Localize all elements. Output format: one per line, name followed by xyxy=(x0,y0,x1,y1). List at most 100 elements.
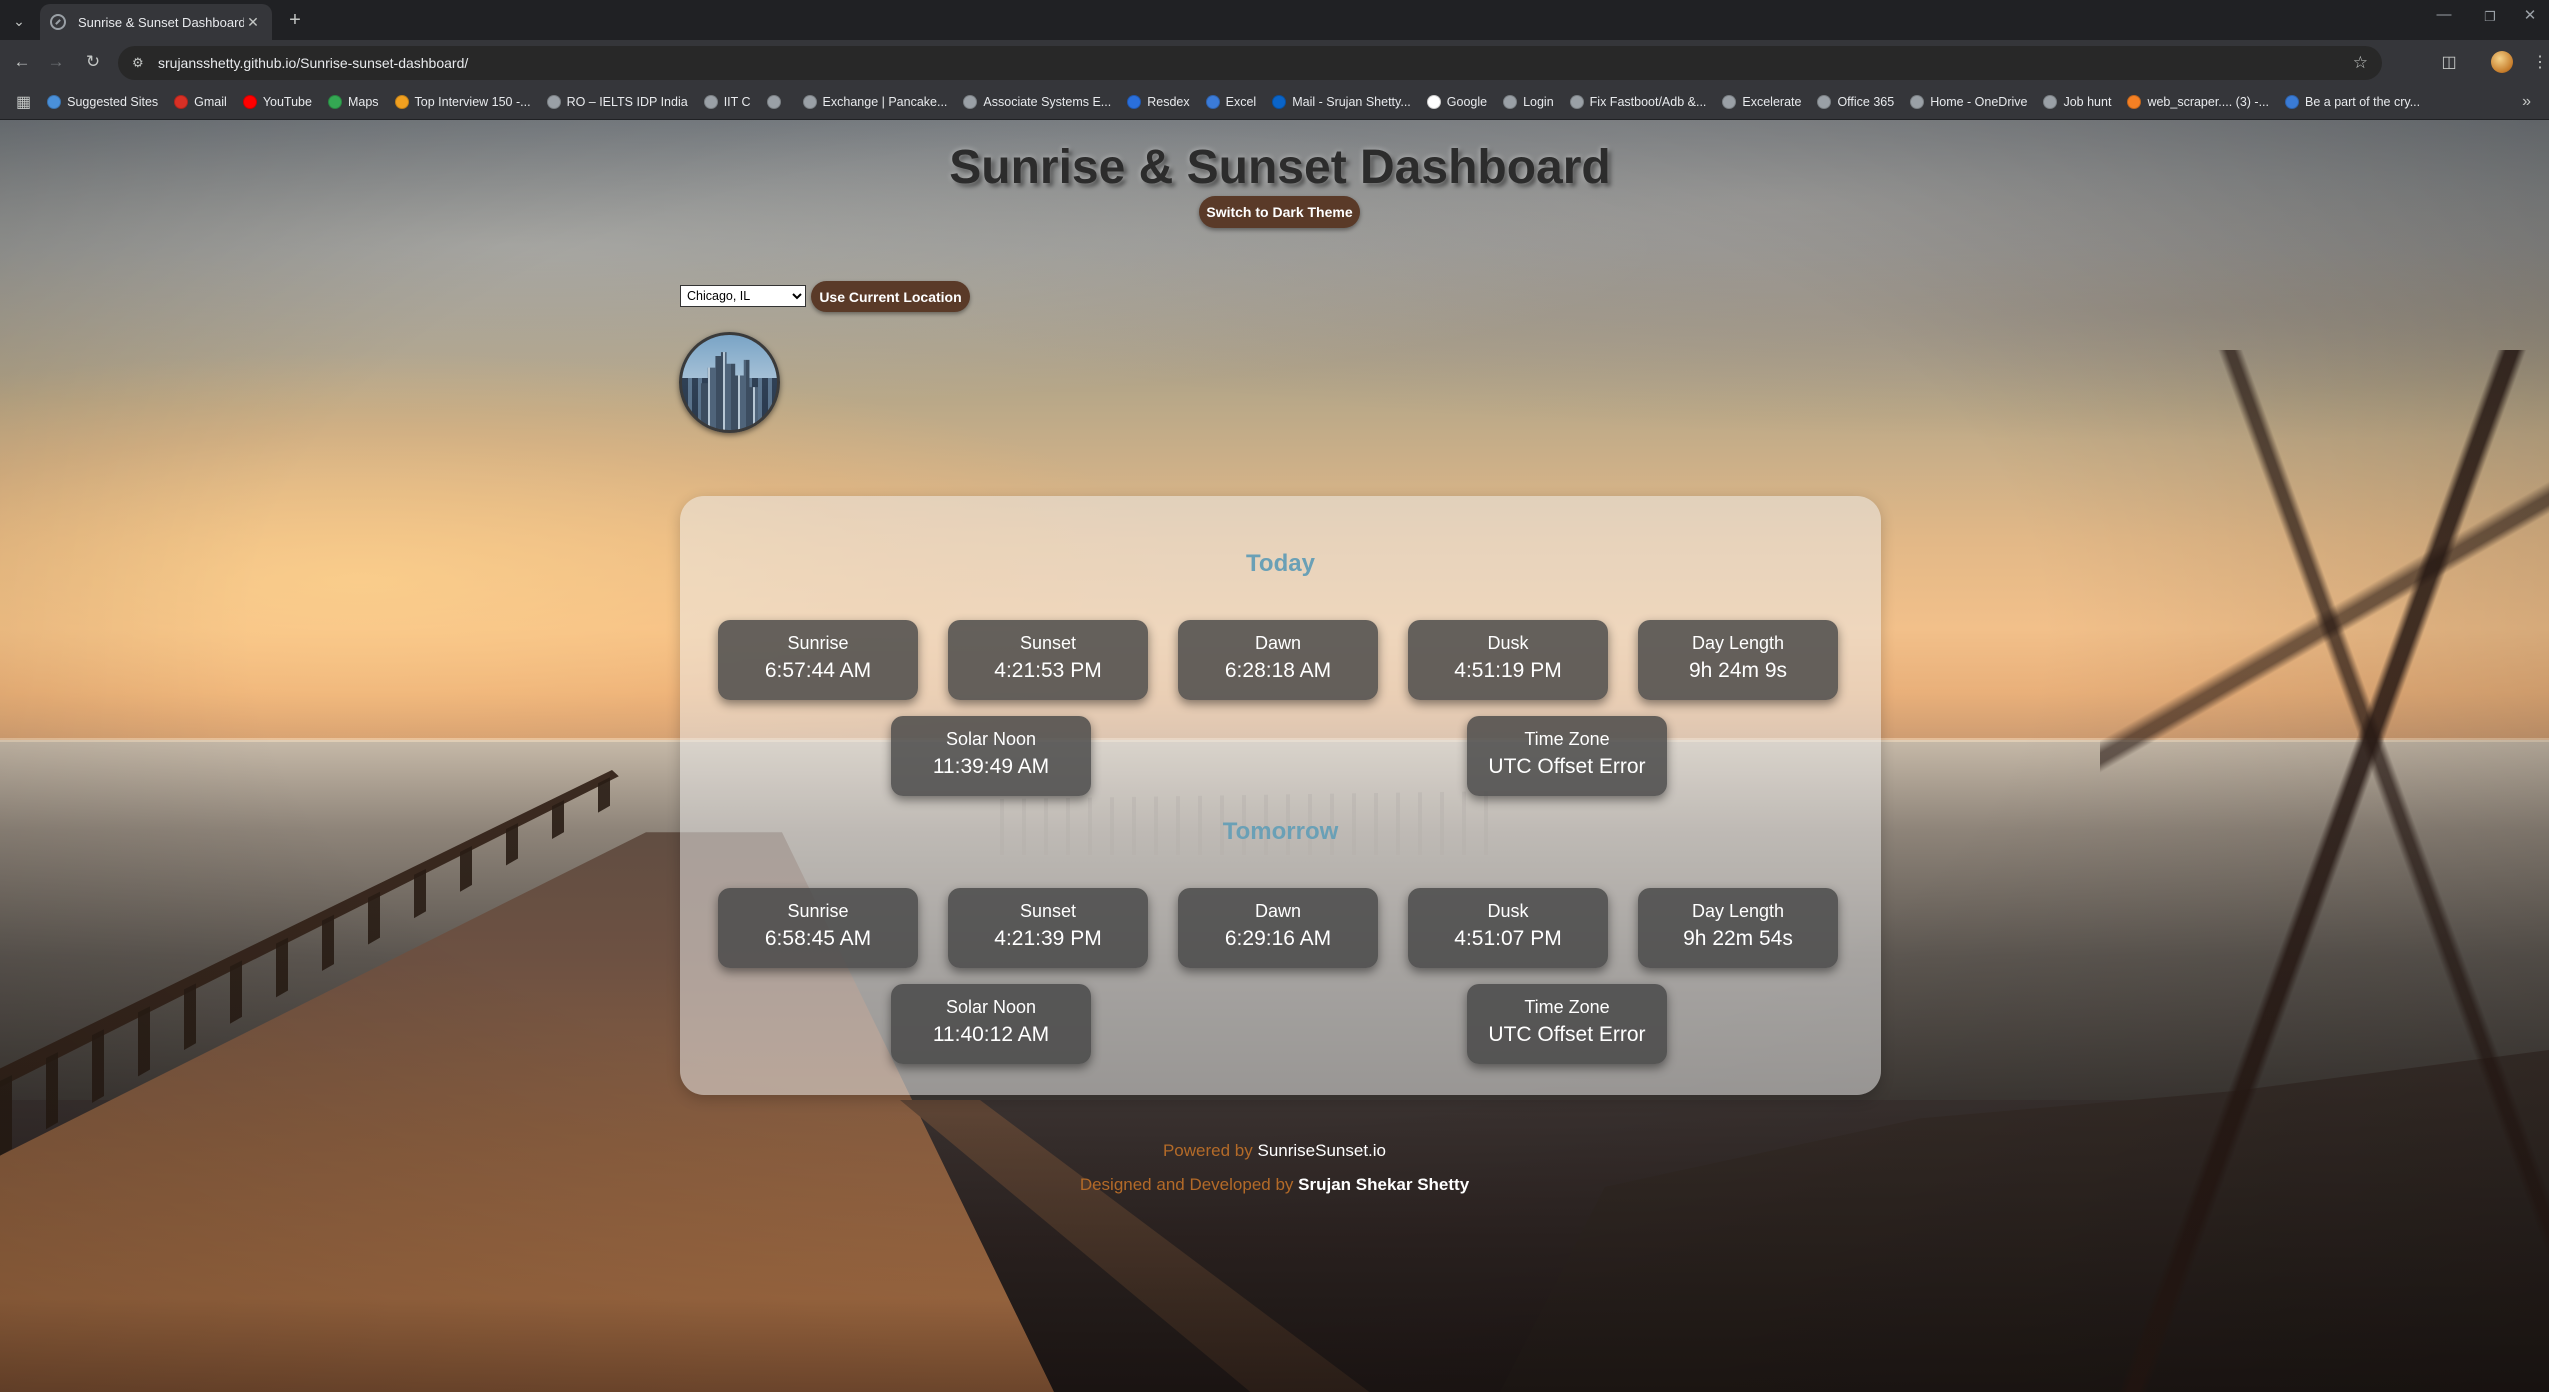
card-value: 9h 24m 9s xyxy=(1688,659,1788,682)
tomorrow-sunrise-card: Sunrise 6:58:45 AM xyxy=(718,888,918,968)
bookmark-label: Resdex xyxy=(1147,95,1190,109)
forward-icon[interactable]: → xyxy=(44,50,68,74)
bookmark-label: Login xyxy=(1523,95,1554,109)
card-value: UTC Offset Error xyxy=(1488,755,1646,778)
tomorrow-dusk-card: Dusk 4:51:07 PM xyxy=(1408,888,1608,968)
bookmarks-bar: ▦ Suggested Sites Gmail YouTube Maps Top Int… xyxy=(0,85,2549,120)
card-value: 6:29:16 AM xyxy=(1224,927,1332,950)
card-value: 11:40:12 AM xyxy=(932,1023,1050,1046)
bookmark-item[interactable]: Suggested Sites xyxy=(47,95,158,109)
bookmark-item[interactable]: Job hunt xyxy=(2043,95,2111,109)
bookmark-favicon-icon xyxy=(703,95,718,109)
bookmark-label: web_scraper.... (3) -... xyxy=(2147,95,2270,109)
bookmark-label: Excel xyxy=(1225,95,1257,109)
bookmark-item[interactable]: Top Interview 150 -... xyxy=(394,95,531,109)
switch-theme-button[interactable]: Switch to Dark Theme xyxy=(1199,196,1360,228)
bookmark-label: YouTube xyxy=(262,95,312,109)
bookmark-favicon-icon xyxy=(2127,95,2142,109)
bookmark-favicon-icon xyxy=(1426,95,1441,109)
site-info-icon[interactable]: ⚙ xyxy=(132,55,148,71)
new-tab-icon[interactable]: + xyxy=(282,8,308,34)
card-value: 4:51:07 PM xyxy=(1454,927,1562,950)
site-favicon-icon xyxy=(50,14,66,30)
card-label: Solar Noon xyxy=(945,729,1037,749)
bookmark-label: Excelerate xyxy=(1742,95,1802,109)
browser-menu-icon[interactable]: ⋮ xyxy=(2528,52,2549,72)
bookmark-item[interactable]: web_scraper.... (3) -... xyxy=(2127,95,2269,109)
tomorrow-day-length-card: Day Length 9h 22m 54s xyxy=(1638,888,1838,968)
bookmark-item[interactable]: Excel xyxy=(1205,95,1257,109)
bookmark-item[interactable]: RO – IELTS IDP India xyxy=(546,95,688,109)
reload-icon[interactable]: ↻ xyxy=(81,50,105,74)
powered-by-prefix: Powered by xyxy=(1162,1141,1253,1160)
bookmark-item[interactable]: YouTube xyxy=(242,95,312,109)
city-skyline-image xyxy=(679,332,780,433)
powered-by-line: Powered by SunriseSunset.io xyxy=(0,1141,2549,1161)
card-label: Sunset xyxy=(1019,901,1077,921)
card-value: 6:58:45 AM xyxy=(764,927,872,950)
card-value: 4:51:19 PM xyxy=(1454,659,1562,682)
bookmark-item[interactable]: Home - OneDrive xyxy=(1910,95,2027,109)
powered-by-link[interactable]: SunriseSunset.io xyxy=(1257,1141,1386,1160)
bookmark-label: Be a part of the cry... xyxy=(2305,95,2421,109)
card-value: 6:57:44 AM xyxy=(764,659,872,682)
extensions-icon[interactable]: ◫ xyxy=(2437,52,2461,72)
back-icon[interactable]: ← xyxy=(10,50,34,74)
bookmark-favicon-icon xyxy=(1910,95,1925,109)
tomorrow-heading: Tomorrow xyxy=(1222,818,1339,845)
bookmark-item[interactable] xyxy=(766,95,787,109)
today-solar-noon-card: Solar Noon 11:39:49 AM xyxy=(891,716,1091,796)
bookmark-item[interactable]: Fix Fastboot/Adb &... xyxy=(1569,95,1707,109)
designed-by-prefix: Designed and Developed by xyxy=(1079,1175,1294,1194)
bookmark-item[interactable]: Google xyxy=(1426,95,1487,109)
restore-icon[interactable]: ❐ xyxy=(2470,9,2510,25)
bookmark-item[interactable]: Be a part of the cry... xyxy=(2285,95,2420,109)
address-bar[interactable]: ⚙ srujansshetty.github.io/Sunrise-sunset… xyxy=(118,46,2382,80)
bookmark-label: Exchange | Pancake... xyxy=(822,95,948,109)
profile-avatar-icon[interactable] xyxy=(2491,51,2513,73)
card-label: Dawn xyxy=(1254,633,1302,653)
bookmark-star-icon[interactable]: ☆ xyxy=(2353,53,2368,73)
sun-times-panel: Today Sunrise 6:57:44 AM Sunset 4:21:53 PM D… xyxy=(680,496,1881,1095)
bookmark-item[interactable]: Maps xyxy=(327,95,379,109)
bookmarks-overflow-icon[interactable]: » xyxy=(2522,93,2531,111)
browser-tab[interactable]: Sunrise & Sunset Dashboard ✕ xyxy=(40,4,272,40)
bookmark-favicon-icon xyxy=(1205,95,1220,109)
bookmark-item[interactable]: Login xyxy=(1503,95,1554,109)
apps-grid-icon[interactable]: ▦ xyxy=(16,92,31,112)
card-label: Solar Noon xyxy=(945,997,1037,1017)
minimize-icon[interactable]: — xyxy=(2424,6,2464,23)
use-current-location-button[interactable]: Use Current Location xyxy=(811,281,970,312)
bookmark-item[interactable]: Associate Systems E... xyxy=(963,95,1111,109)
bookmark-label: Fix Fastboot/Adb &... xyxy=(1589,95,1707,109)
today-sunrise-card: Sunrise 6:57:44 AM xyxy=(718,620,918,700)
tab-search-chevron-icon[interactable]: ⌄ xyxy=(8,10,30,32)
bookmark-label: Gmail xyxy=(194,95,227,109)
bookmark-label: Job hunt xyxy=(2063,95,2112,109)
bookmark-item[interactable]: Resdex xyxy=(1127,95,1190,109)
card-label: Day Length xyxy=(1691,901,1785,921)
bookmark-favicon-icon xyxy=(174,95,189,109)
bookmark-favicon-icon xyxy=(1722,95,1737,109)
bookmark-item[interactable]: Exchange | Pancake... xyxy=(802,95,948,109)
bookmark-favicon-icon xyxy=(2043,95,2058,109)
page-viewport: Sunrise & Sunset Dashboard Switch to Dar… xyxy=(0,120,2549,1392)
tomorrow-solar-noon-card: Solar Noon 11:40:12 AM xyxy=(891,984,1091,1064)
bookmark-favicon-icon xyxy=(546,95,561,109)
bookmark-item[interactable]: Excelerate xyxy=(1722,95,1801,109)
bookmark-item[interactable]: Office 365 xyxy=(1817,95,1894,109)
bookmark-favicon-icon xyxy=(1817,95,1832,109)
bookmark-favicon-icon xyxy=(242,95,257,109)
location-select[interactable]: Chicago, IL xyxy=(680,285,806,307)
bookmark-label: Top Interview 150 -... xyxy=(414,95,531,109)
bookmark-favicon-icon xyxy=(1127,95,1142,109)
bookmark-item[interactable]: Gmail xyxy=(174,95,227,109)
window-close-icon[interactable]: ✕ xyxy=(2510,6,2549,24)
bookmark-item[interactable]: Mail - Srujan Shetty... xyxy=(1272,95,1411,109)
bookmark-label: RO – IELTS IDP India xyxy=(566,95,688,109)
bookmark-label: IIT C xyxy=(723,95,751,109)
card-value: 4:21:39 PM xyxy=(994,927,1102,950)
card-label: Sunset xyxy=(1019,633,1077,653)
bookmark-item[interactable]: IIT C xyxy=(703,95,751,109)
close-tab-icon[interactable]: ✕ xyxy=(244,14,262,31)
